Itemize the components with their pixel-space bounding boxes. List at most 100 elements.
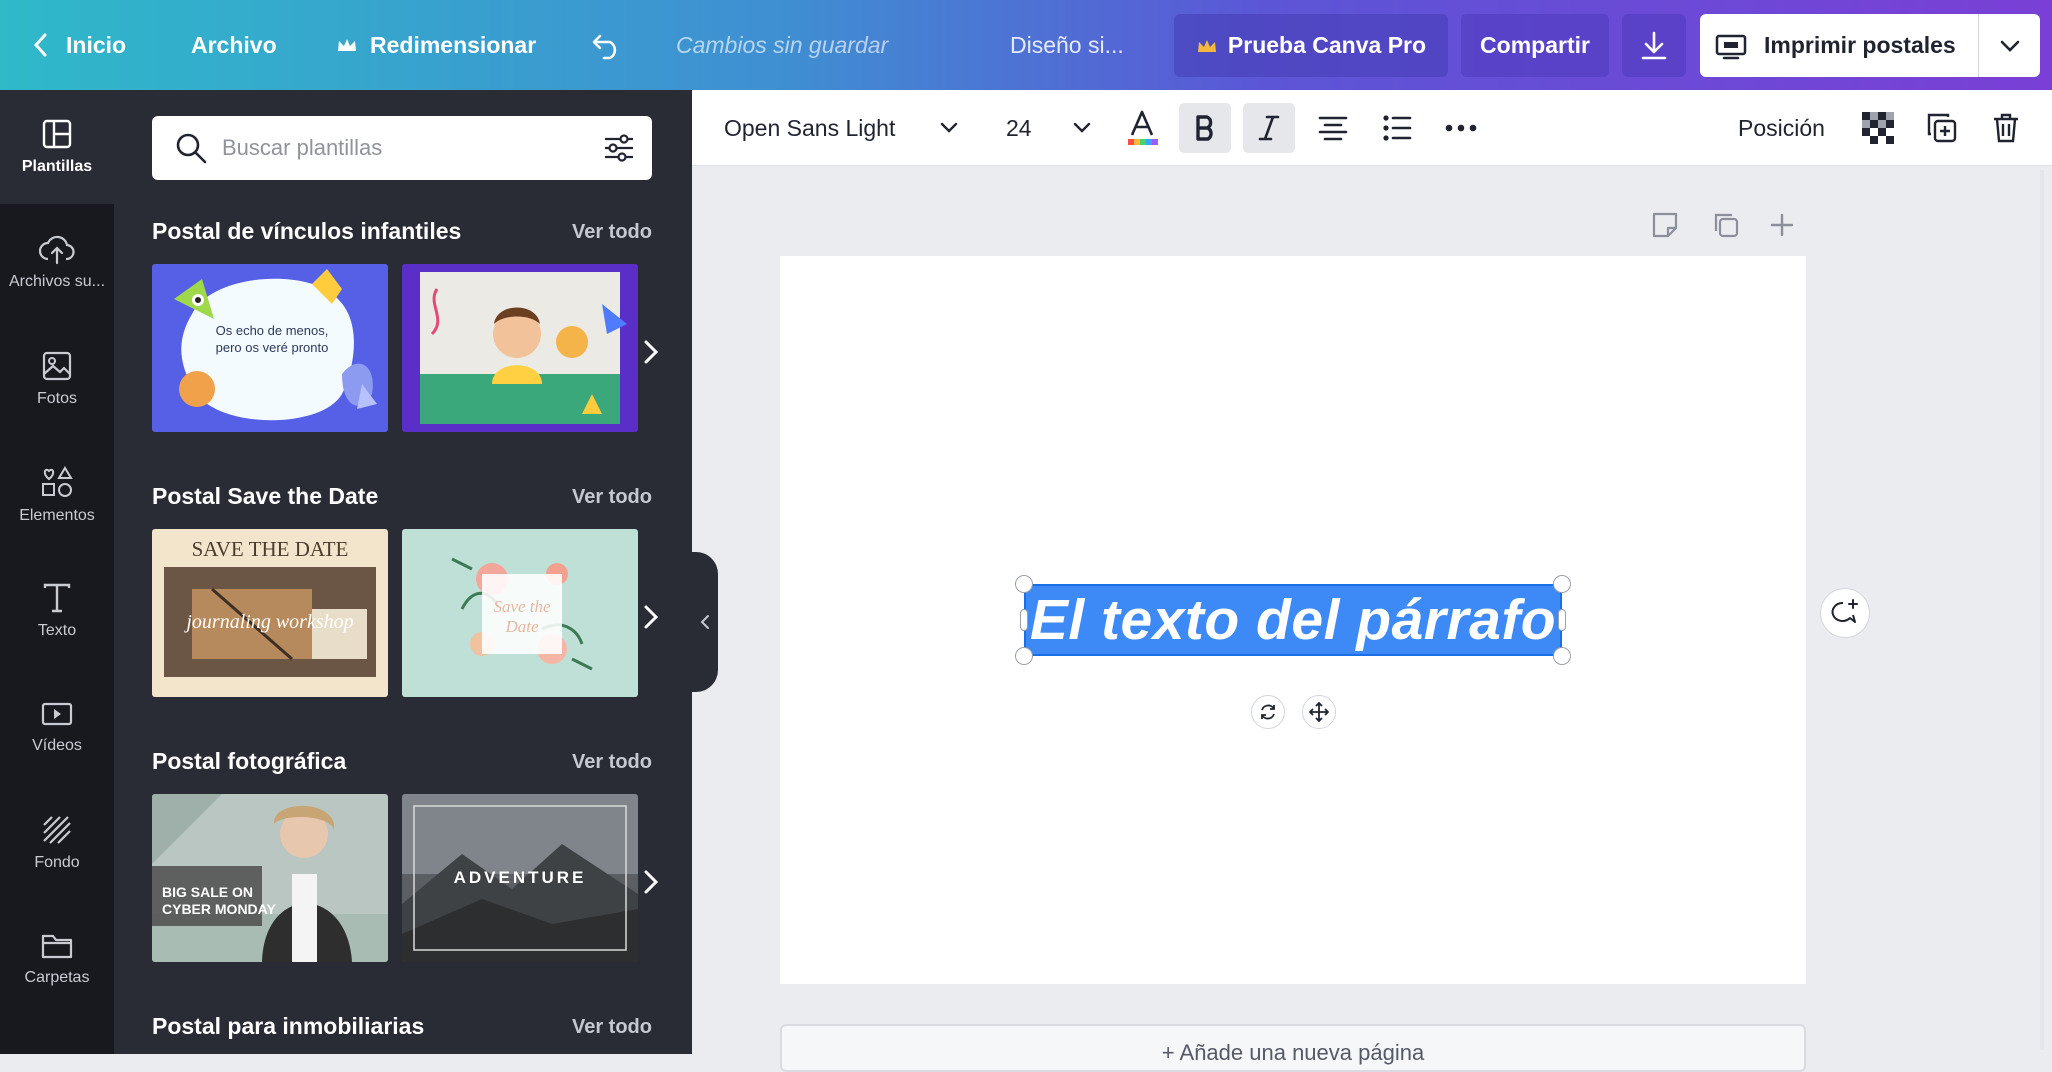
- see-all-link[interactable]: Ver todo: [572, 1016, 652, 1039]
- background-icon: [43, 816, 71, 844]
- collapse-panel-button[interactable]: [692, 552, 718, 692]
- print-options-dropdown[interactable]: [1978, 14, 2040, 77]
- template-thumbnail[interactable]: Save the Date: [402, 529, 638, 697]
- rail-item-templates[interactable]: Plantillas: [0, 90, 114, 204]
- resize-button[interactable]: Redimensionar: [336, 0, 536, 90]
- rail-item-text[interactable]: Texto: [0, 554, 114, 668]
- position-button[interactable]: Posición: [1738, 90, 1825, 166]
- delete-button[interactable]: [1980, 103, 2032, 153]
- duplicate-icon: [1927, 113, 1957, 143]
- add-new-page-button[interactable]: + Añade una nueva página: [780, 1024, 1806, 1072]
- thumbnail-subcaption: journaling workshop: [186, 611, 354, 633]
- template-thumbnail[interactable]: [402, 264, 638, 432]
- chevron-right-icon: [644, 870, 659, 894]
- duplicate-button[interactable]: [1916, 103, 1968, 153]
- template-thumbnail[interactable]: SAVE THE DATE journaling workshop: [152, 529, 388, 697]
- share-label: Compartir: [1480, 32, 1590, 58]
- comment-add-icon: [1831, 599, 1858, 623]
- text-color-button[interactable]: [1116, 103, 1168, 153]
- resize-handle-bottom-right[interactable]: [1553, 647, 1571, 665]
- paragraph-text[interactable]: El texto del párrafo: [1030, 587, 1556, 653]
- next-arrow-button[interactable]: [636, 332, 666, 372]
- chevron-right-icon: [644, 605, 659, 629]
- rail-item-uploads[interactable]: Archivos su...: [0, 206, 114, 320]
- thumbnail-caption: BIG SALE ON CYBER MONDAY: [162, 884, 276, 917]
- thumbnail-caption: Save the Date: [493, 597, 551, 636]
- printer-icon: [1715, 34, 1747, 59]
- resize-handle-top-right[interactable]: [1553, 575, 1571, 593]
- download-button[interactable]: [1622, 14, 1686, 77]
- file-menu-button[interactable]: Archivo: [191, 0, 277, 90]
- next-arrow-button[interactable]: [636, 597, 666, 637]
- canvas-scrollbar[interactable]: [2040, 170, 2044, 1050]
- rail-item-videos[interactable]: Vídeos: [0, 670, 114, 784]
- share-button[interactable]: Compartir: [1461, 14, 1609, 77]
- rail-item-folders[interactable]: Carpetas: [0, 902, 114, 1016]
- elements-icon: [42, 466, 73, 497]
- undo-button[interactable]: [590, 0, 624, 90]
- section-title: Postal Save the Date: [152, 483, 379, 509]
- template-thumbnail[interactable]: ADVENTURE: [402, 794, 638, 962]
- see-all-link[interactable]: Ver todo: [572, 221, 652, 244]
- fashion-photo: [152, 794, 388, 962]
- more-options-button[interactable]: [1435, 103, 1487, 153]
- undo-icon: [592, 34, 617, 60]
- chevron-left-icon: [33, 33, 47, 57]
- align-center-button[interactable]: [1307, 103, 1359, 153]
- font-family-dropdown[interactable]: Open Sans Light: [724, 90, 959, 166]
- chevron-right-icon: [644, 340, 659, 364]
- bold-button[interactable]: [1179, 103, 1231, 153]
- see-all-link[interactable]: Ver todo: [572, 751, 652, 774]
- template-thumbnail[interactable]: Os echo de menos, pero os veré pronto: [152, 264, 388, 432]
- see-all-link[interactable]: Ver todo: [572, 486, 652, 509]
- thumbnail-caption: Os echo de menos, pero os veré pronto: [215, 323, 329, 355]
- resize-handle-right[interactable]: [1558, 609, 1566, 631]
- resize-handle-left[interactable]: [1020, 609, 1028, 631]
- rail-item-elements[interactable]: Elementos: [0, 438, 114, 552]
- bullet-list-button[interactable]: [1371, 103, 1423, 153]
- add-comment-button[interactable]: [1820, 588, 1870, 638]
- crown-icon: [1197, 39, 1216, 52]
- rail-label: Plantillas: [21, 158, 93, 175]
- rail-label: Texto: [37, 622, 77, 639]
- transparency-button[interactable]: [1852, 103, 1904, 153]
- italic-button[interactable]: [1243, 103, 1295, 153]
- print-postcards-button[interactable]: Imprimir postales: [1700, 14, 1978, 77]
- chevron-down-icon: [941, 122, 958, 133]
- move-button[interactable]: [1302, 695, 1336, 729]
- align-center-icon: [1318, 116, 1348, 141]
- font-size-value: 24: [1006, 114, 1032, 141]
- add-page-plus-button[interactable]: [1770, 213, 1794, 242]
- resize-handle-top-left[interactable]: [1015, 575, 1033, 593]
- side-nav-rail: Plantillas Archivos su... Fotos Elemento…: [0, 90, 114, 1054]
- resize-handle-bottom-left[interactable]: [1015, 647, 1033, 665]
- transparency-icon: [1862, 112, 1894, 144]
- home-button[interactable]: Inicio: [30, 0, 126, 90]
- rotate-button[interactable]: [1251, 695, 1285, 729]
- templates-panel: Buscar plantillas Postal de vínculos inf…: [114, 90, 692, 1054]
- rail-label: Fotos: [36, 390, 77, 407]
- home-label: Inicio: [66, 31, 127, 58]
- filter-icon[interactable]: [602, 131, 636, 165]
- add-note-button[interactable]: [1651, 211, 1679, 244]
- selected-text-box[interactable]: El texto del párrafo: [1024, 584, 1562, 656]
- rail-item-photos[interactable]: Fotos: [0, 322, 114, 436]
- bold-icon: [1196, 115, 1213, 141]
- next-arrow-button[interactable]: [636, 862, 666, 902]
- rotate-icon: [1261, 704, 1275, 720]
- text-format-toolbar: Open Sans Light 24 Posición: [692, 90, 2052, 166]
- trash-icon: [1994, 113, 2018, 143]
- duplicate-page-button[interactable]: [1712, 211, 1740, 244]
- font-name: Open Sans Light: [724, 114, 896, 141]
- try-canva-pro-button[interactable]: Prueba Canva Pro: [1174, 14, 1448, 77]
- template-thumbnail[interactable]: BIG SALE ON CYBER MONDAY: [152, 794, 388, 962]
- crown-icon: [338, 39, 356, 51]
- note-icon: [1652, 212, 1678, 238]
- thumbnail-caption: ADVENTURE: [453, 868, 587, 887]
- rail-item-background[interactable]: Fondo: [0, 786, 114, 900]
- rail-label: Fondo: [34, 854, 80, 871]
- font-size-dropdown[interactable]: 24: [1006, 90, 1092, 166]
- design-name[interactable]: Diseño si...: [1010, 0, 1124, 90]
- plus-icon: [1770, 213, 1794, 237]
- search-input[interactable]: Buscar plantillas: [222, 135, 382, 161]
